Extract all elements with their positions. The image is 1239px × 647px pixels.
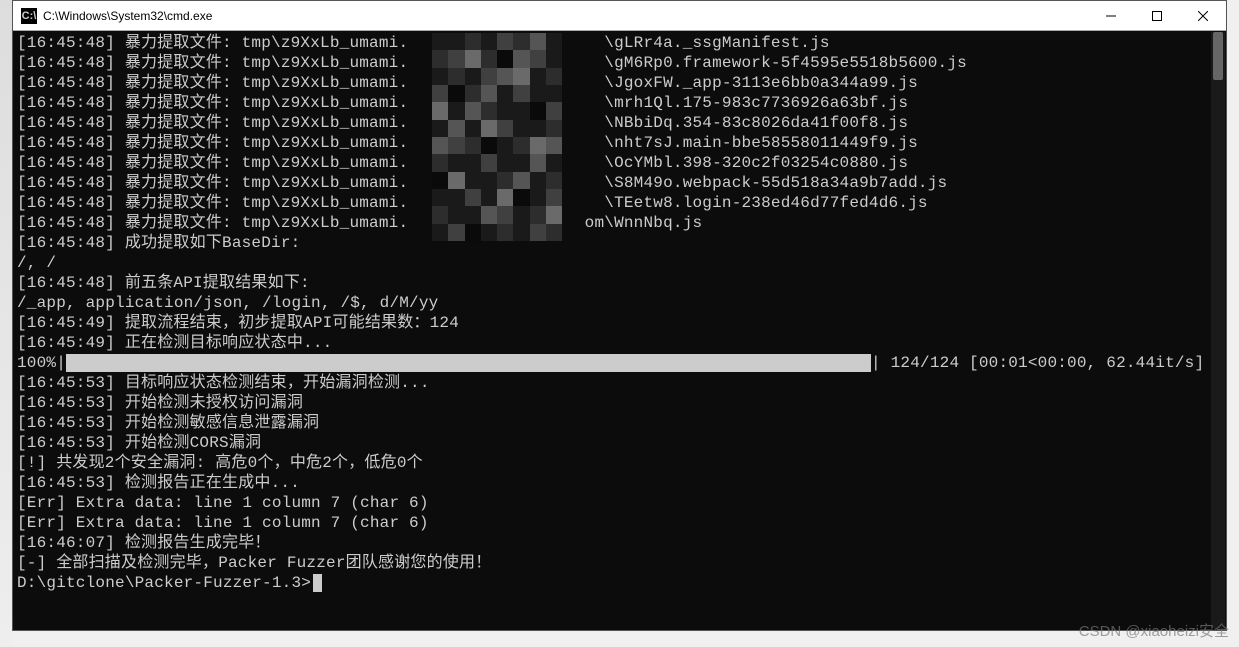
progress-stats: 124/124 [00:01<00:00, 62.44it/s] (881, 353, 1204, 373)
terminal-line: [16:45:48] 暴力提取文件: tmp\z9XxLb_umami. \Oc… (17, 153, 1222, 173)
terminal-line: [!] 共发现2个安全漏洞: 高危0个，中危2个，低危0个 (17, 453, 1222, 473)
cmd-window: C:\ C:\Windows\System32\cmd.exe [16:45:4… (12, 0, 1227, 631)
terminal-line: [16:45:48] 暴力提取文件: tmp\z9XxLb_umami. \nh… (17, 133, 1222, 153)
watermark: CSDN @xiaoheizi安全 (1079, 620, 1229, 641)
progress-percent: 100%| (17, 353, 66, 373)
terminal-line: [16:46:07] 检测报告生成完毕！ (17, 533, 1222, 553)
maximize-button[interactable] (1134, 1, 1180, 31)
terminal-line: [16:45:49] 正在检测目标响应状态中... (17, 333, 1222, 353)
terminal-line: [16:45:48] 暴力提取文件: tmp\z9XxLb_umami. \gL… (17, 33, 1222, 53)
close-button[interactable] (1180, 1, 1226, 31)
terminal-line: [16:45:48] 暴力提取文件: tmp\z9XxLb_umami. om\… (17, 213, 1222, 233)
scrollbar-thumb[interactable] (1213, 32, 1223, 80)
redacted-region (432, 33, 562, 241)
titlebar[interactable]: C:\ C:\Windows\System32\cmd.exe (13, 1, 1226, 31)
terminal-output[interactable]: [16:45:48] 暴力提取文件: tmp\z9XxLb_umami. \gL… (13, 31, 1226, 630)
terminal-line: [16:45:48] 暴力提取文件: tmp\z9XxLb_umami. \mr… (17, 93, 1222, 113)
terminal-line: [16:45:53] 开始检测敏感信息泄露漏洞 (17, 413, 1222, 433)
terminal-line: [16:45:48] 暴力提取文件: tmp\z9XxLb_umami. \gM… (17, 53, 1222, 73)
terminal-line: [-] 全部扫描及检测完毕，Packer Fuzzer团队感谢您的使用！ (17, 553, 1222, 573)
prompt-line: D:\gitclone\Packer-Fuzzer-1.3> (17, 573, 1222, 593)
scrollbar[interactable] (1211, 32, 1225, 629)
terminal-line: [Err] Extra data: line 1 column 7 (char … (17, 493, 1222, 513)
terminal-line: [16:45:48] 成功提取如下BaseDir: (17, 233, 1222, 253)
terminal-line: /_app, application/json, /login, /$, d/M… (17, 293, 1222, 313)
terminal-line: [16:45:48] 暴力提取文件: tmp\z9XxLb_umami. \S8… (17, 173, 1222, 193)
progress-line: 100%|| 124/124 [00:01<00:00, 62.44it/s] (17, 353, 1222, 373)
terminal-line: [16:45:53] 开始检测CORS漏洞 (17, 433, 1222, 453)
window-title: C:\Windows\System32\cmd.exe (43, 9, 212, 23)
terminal-line: /, / (17, 253, 1222, 273)
terminal-line: [16:45:48] 暴力提取文件: tmp\z9XxLb_umami. \TE… (17, 193, 1222, 213)
background-strip (0, 0, 12, 647)
terminal-line: [Err] Extra data: line 1 column 7 (char … (17, 513, 1222, 533)
terminal-line: [16:45:48] 前五条API提取结果如下: (17, 273, 1222, 293)
terminal-line: [16:45:53] 目标响应状态检测结束，开始漏洞检测... (17, 373, 1222, 393)
terminal-line: [16:45:49] 提取流程结束，初步提取API可能结果数：124 (17, 313, 1222, 333)
terminal-line: [16:45:53] 开始检测未授权访问漏洞 (17, 393, 1222, 413)
terminal-line: [16:45:48] 暴力提取文件: tmp\z9XxLb_umami. \NB… (17, 113, 1222, 133)
cursor (313, 574, 322, 592)
cmd-icon: C:\ (21, 8, 37, 24)
window-controls (1088, 1, 1226, 31)
terminal-line: [16:45:53] 检测报告正在生成中... (17, 473, 1222, 493)
terminal-line: [16:45:48] 暴力提取文件: tmp\z9XxLb_umami. \Jg… (17, 73, 1222, 93)
progress-bar (66, 354, 871, 372)
minimize-button[interactable] (1088, 1, 1134, 31)
